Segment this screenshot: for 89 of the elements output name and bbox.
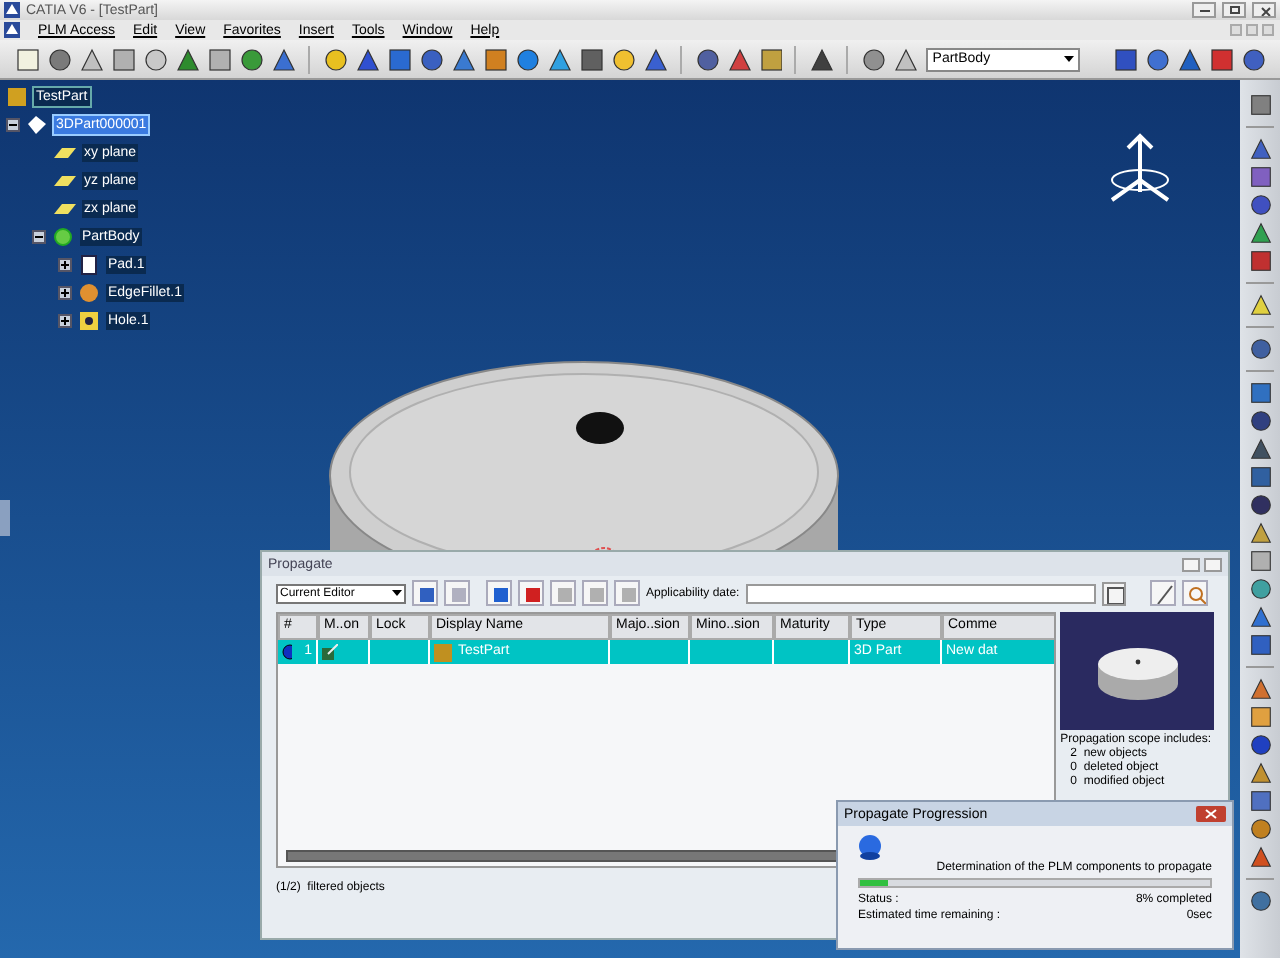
toolbar-icon[interactable] xyxy=(609,45,636,73)
toolbar-icon[interactable] xyxy=(1247,292,1273,318)
toolbar-icon[interactable] xyxy=(641,45,668,73)
plane-icon xyxy=(54,170,76,192)
toolbar-icon[interactable] xyxy=(1247,732,1273,758)
part-icon xyxy=(6,86,28,108)
body-icon xyxy=(52,226,74,248)
toolbar-icon[interactable] xyxy=(1175,45,1202,73)
toolbar-icon[interactable] xyxy=(1247,336,1273,362)
toolbar-icon[interactable] xyxy=(141,45,168,73)
toolbar-icon[interactable] xyxy=(1247,844,1273,870)
globe-icon xyxy=(858,834,882,860)
toolbar-icon[interactable] xyxy=(269,45,296,73)
toolbar-icon[interactable] xyxy=(1247,760,1273,786)
toolbar-icon[interactable] xyxy=(892,45,919,73)
toolbar-icon[interactable] xyxy=(1247,192,1273,218)
toolbar-icon[interactable] xyxy=(1247,136,1273,162)
part-icon xyxy=(434,643,452,661)
toolbar-icon[interactable] xyxy=(1247,464,1273,490)
toolbar-icon[interactable] xyxy=(1247,92,1273,118)
toolbar-icon[interactable] xyxy=(77,45,104,73)
pad-icon xyxy=(78,254,100,276)
toolbar-icon[interactable] xyxy=(1247,704,1273,730)
toolbar-icon[interactable] xyxy=(1247,380,1273,406)
minimize-button[interactable] xyxy=(1192,2,1216,18)
toolbar-icon[interactable] xyxy=(385,45,412,73)
toolbar-icon[interactable] xyxy=(417,45,444,73)
magnifier-icon[interactable] xyxy=(1181,580,1208,606)
toolbar-icon[interactable] xyxy=(518,580,544,606)
help-button[interactable] xyxy=(1182,557,1200,571)
dropdown-arrow-icon xyxy=(1063,56,1074,62)
toolbar-icon[interactable] xyxy=(808,45,835,73)
toolbar-icon[interactable] xyxy=(486,580,512,606)
panel-handle[interactable] xyxy=(0,500,10,536)
toolbar-icon[interactable] xyxy=(693,45,720,73)
toolbar-icon[interactable] xyxy=(109,45,136,73)
fillet-icon xyxy=(78,282,100,304)
toolbar-icon[interactable] xyxy=(1247,520,1273,546)
toolbar-icon[interactable] xyxy=(237,45,264,73)
applicability-date-field[interactable] xyxy=(745,583,1096,603)
toolbar-icon[interactable] xyxy=(545,45,572,73)
toolbar-icon[interactable] xyxy=(1247,164,1273,190)
collapse-icon[interactable] xyxy=(32,230,46,244)
toolbar-icon[interactable] xyxy=(1247,632,1273,658)
collapse-icon[interactable] xyxy=(6,118,20,132)
toolbar-icon[interactable] xyxy=(481,45,508,73)
toolbar-icon[interactable] xyxy=(1247,548,1273,574)
pen-icon[interactable] xyxy=(1149,580,1176,606)
toolbar-icon[interactable] xyxy=(321,45,348,73)
toolbar-icon[interactable] xyxy=(1247,604,1273,630)
toolbar-icon[interactable] xyxy=(1247,436,1273,462)
close-button[interactable] xyxy=(1196,806,1226,822)
expand-icon[interactable] xyxy=(58,286,72,300)
maximize-button[interactable] xyxy=(1222,2,1246,18)
toolbar-icon[interactable] xyxy=(353,45,380,73)
toolbar-icon[interactable] xyxy=(1247,248,1273,274)
plane-icon xyxy=(54,198,76,220)
toolbar-icon[interactable] xyxy=(757,45,783,73)
toolbar-icon[interactable] xyxy=(860,45,887,73)
toolbar-icon[interactable] xyxy=(1247,220,1273,246)
toolbar-icon[interactable] xyxy=(725,45,751,73)
toolbar-icon[interactable] xyxy=(1247,408,1273,434)
toolbar-icon[interactable] xyxy=(1239,45,1266,73)
calendar-icon[interactable] xyxy=(1101,581,1126,605)
expand-icon[interactable] xyxy=(58,314,72,328)
toolbar-icon[interactable] xyxy=(1247,888,1273,914)
toolbar-icon[interactable] xyxy=(205,45,232,73)
toolbar-icon[interactable] xyxy=(1247,676,1273,702)
toolbar-icon[interactable] xyxy=(1247,816,1273,842)
toolbar-icon[interactable] xyxy=(1111,45,1138,73)
toolbar-icon[interactable] xyxy=(1247,576,1273,602)
toolbar-icon[interactable] xyxy=(412,580,438,606)
toolbar-icon[interactable] xyxy=(45,45,72,73)
toolbar-icon[interactable] xyxy=(1247,788,1273,814)
app-logo-icon xyxy=(4,22,20,38)
app-logo-icon xyxy=(4,2,20,18)
toolbar-icon[interactable] xyxy=(513,45,540,73)
hole-icon xyxy=(78,310,100,332)
plane-icon xyxy=(54,142,76,164)
dropdown-arrow-icon xyxy=(392,590,402,596)
toolbar-icon[interactable] xyxy=(1143,45,1170,73)
pencil-icon xyxy=(322,644,338,660)
toolbar-icon[interactable] xyxy=(173,45,200,73)
toolbar-icon[interactable] xyxy=(577,45,604,73)
expand-icon[interactable] xyxy=(58,258,72,272)
toolbar-icon[interactable] xyxy=(1247,492,1273,518)
close-button[interactable] xyxy=(1252,2,1276,18)
toolbar-icon[interactable] xyxy=(449,45,476,73)
toolbar-icon[interactable] xyxy=(1207,45,1234,73)
